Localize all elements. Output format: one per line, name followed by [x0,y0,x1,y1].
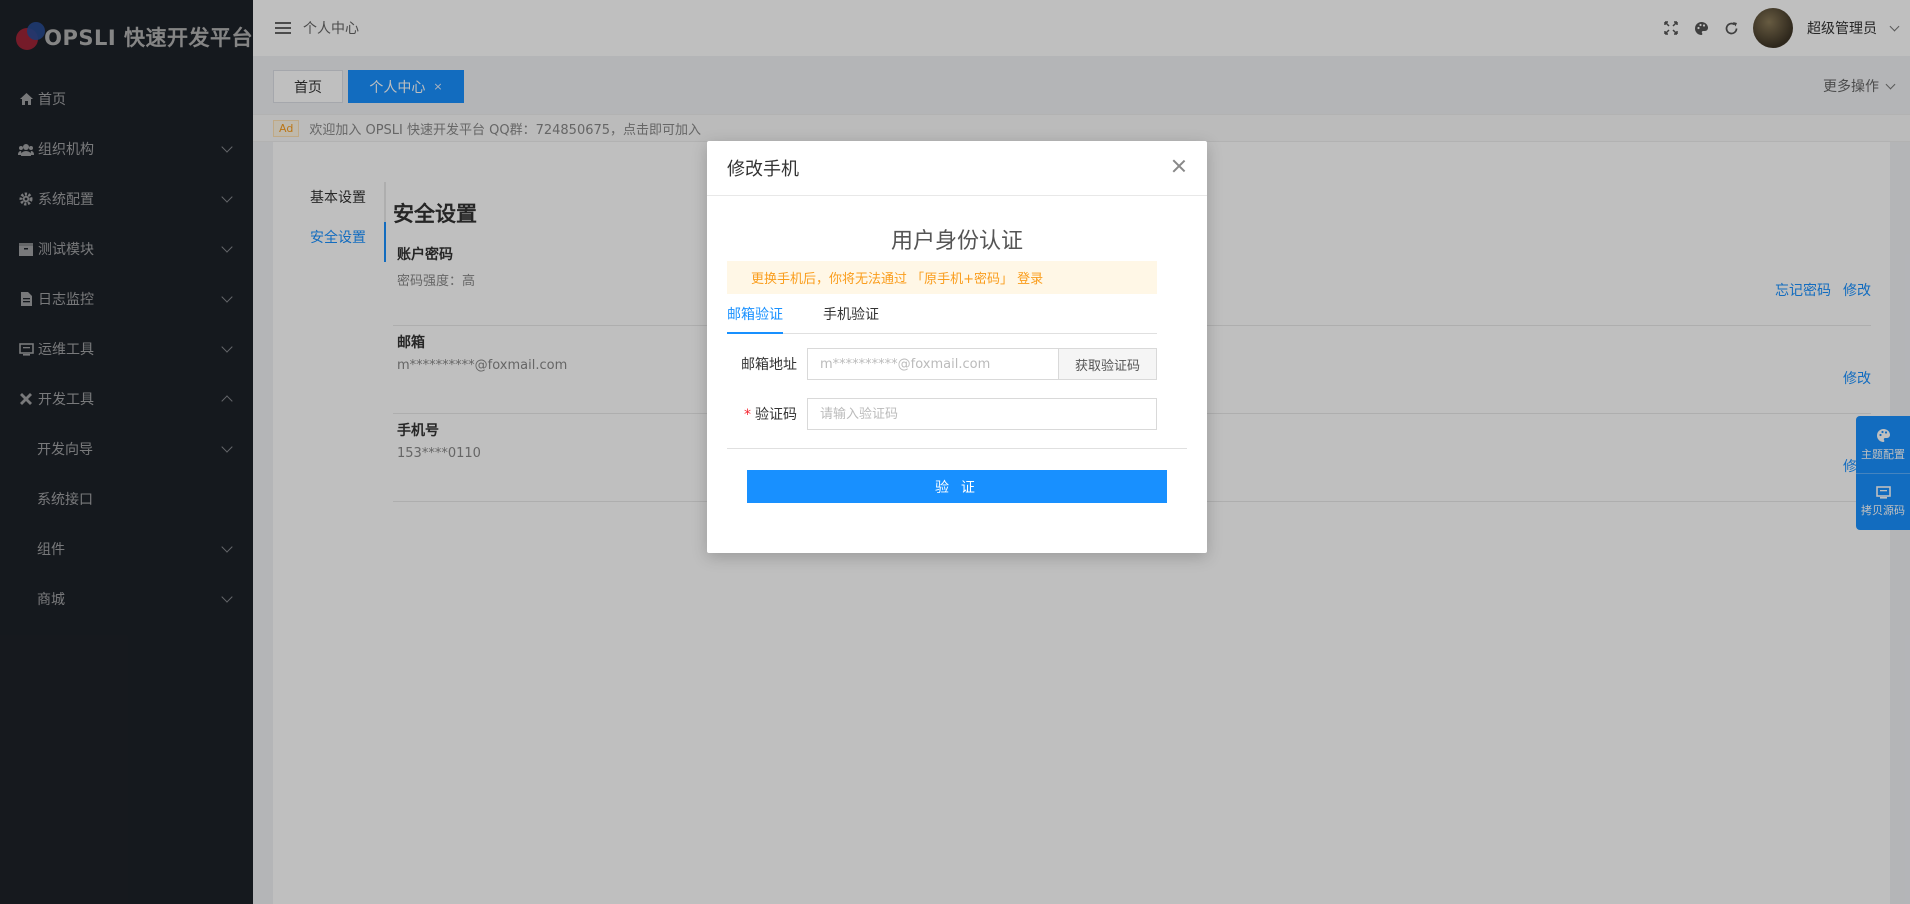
auth-warning: 更换手机后，你将无法通过 「原手机+密码」 登录 [727,261,1157,294]
modal-title: 修改手机 [727,159,799,180]
email-row: 邮箱地址 获取验证码 [727,348,1157,380]
code-input-group [807,398,1157,430]
required-mark: * [744,407,751,423]
tab-email-verify[interactable]: 邮箱验证 [727,299,783,334]
close-icon[interactable] [1171,158,1187,174]
email-field[interactable] [807,348,1059,380]
divider [727,448,1187,449]
email-label: 邮箱地址 [741,357,797,373]
verification-code-input[interactable] [807,398,1157,430]
get-code-button[interactable]: 获取验证码 [1059,348,1157,380]
change-phone-modal: 修改手机 用户身份认证 更换手机后，你将无法通过 「原手机+密码」 登录 邮箱验… [707,141,1207,553]
code-label-text: 验证码 [755,407,797,423]
tab-phone-verify[interactable]: 手机验证 [823,299,879,334]
email-input-group: 获取验证码 [807,348,1157,380]
sidebar-overlay [0,0,253,904]
code-row: * 验证码 [727,398,1157,430]
auth-tabs: 邮箱验证 手机验证 [727,299,1157,334]
code-label: * 验证码 [727,404,807,424]
verify-button[interactable]: 验 证 [747,470,1167,503]
modal-header: 修改手机 [707,141,1207,196]
auth-title: 用户身份认证 [890,229,1023,254]
